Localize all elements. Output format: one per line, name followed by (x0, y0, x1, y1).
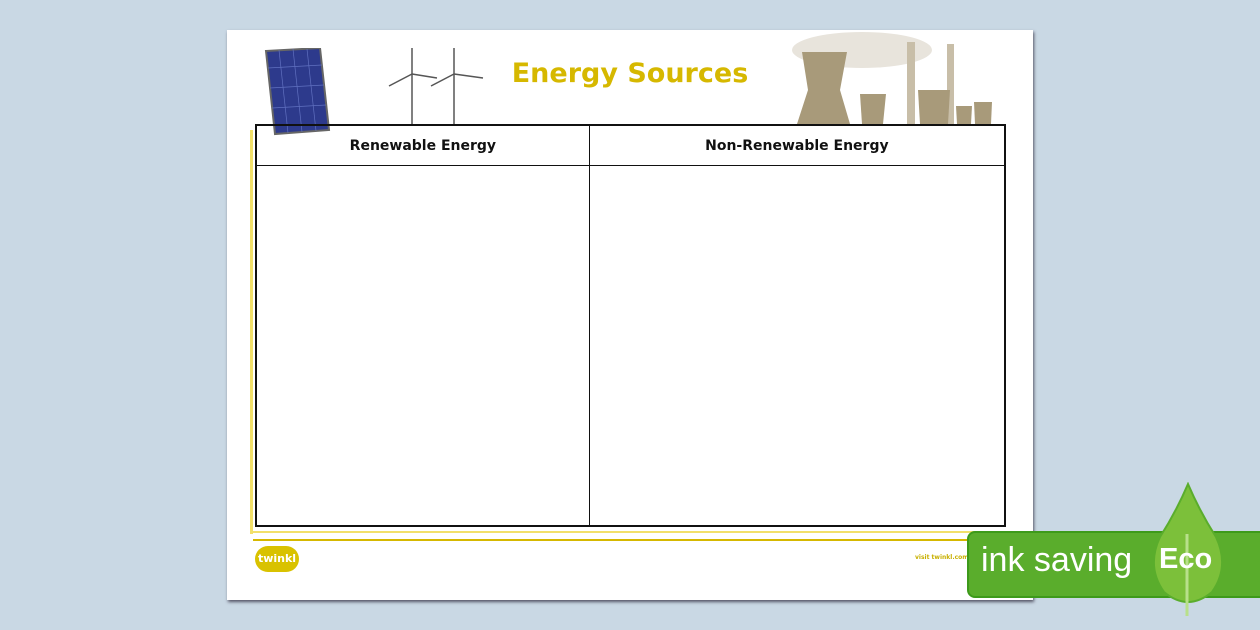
renewable-cell[interactable] (255, 165, 590, 527)
column-header-non-renewable: Non-Renewable Energy (588, 124, 1006, 166)
worksheet-page: Energy Sources Renewable Energy Non-Renew… (227, 30, 1033, 600)
power-plant-icon (792, 32, 992, 124)
non-renewable-cell[interactable] (588, 165, 1006, 527)
ink-saving-label: ink saving (981, 541, 1133, 579)
border-line (250, 531, 1006, 533)
twinkl-logo: twinkl (255, 546, 299, 572)
eco-label: Eco (1159, 543, 1213, 575)
sorting-table: Renewable Energy Non-Renewable Energy (255, 124, 1006, 527)
footer-divider (253, 539, 1013, 541)
column-header-renewable: Renewable Energy (255, 124, 590, 166)
border-line (250, 130, 253, 534)
visit-link[interactable]: visit twinkl.com (915, 554, 969, 561)
